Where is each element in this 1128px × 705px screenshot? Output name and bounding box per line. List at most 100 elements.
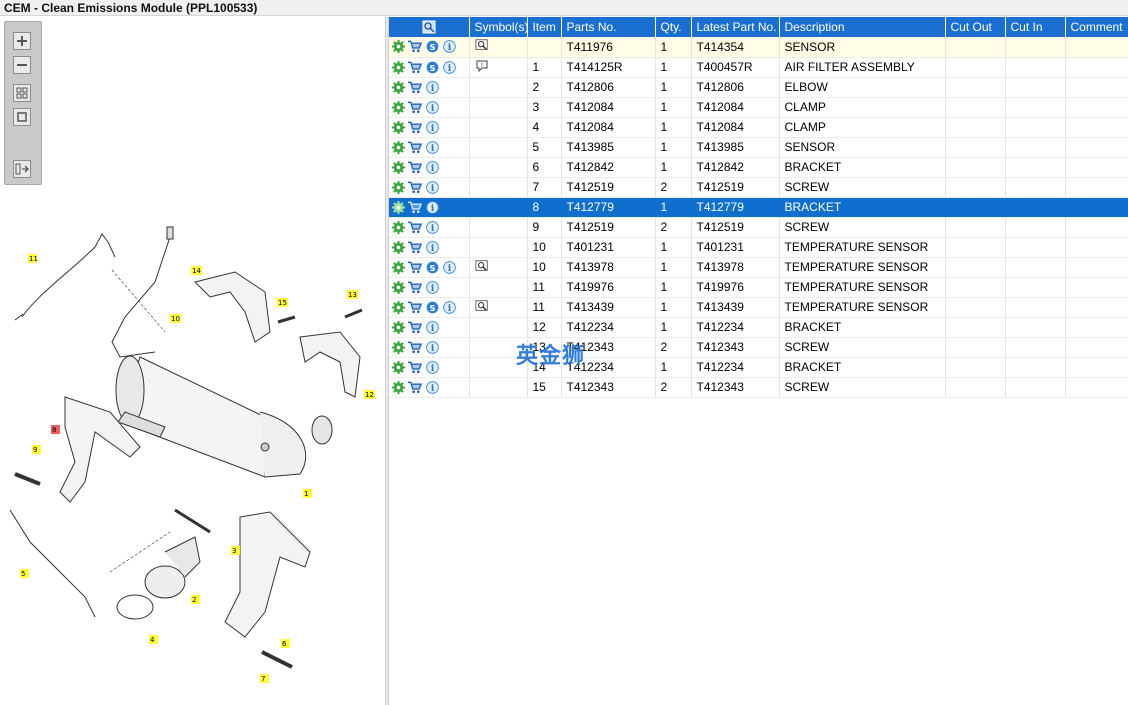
callout-13[interactable]: 13 <box>347 290 358 299</box>
add-to-cart-icon[interactable] <box>408 180 422 194</box>
add-to-cart-icon[interactable] <box>408 160 422 174</box>
column-header-symbols[interactable]: Symbol(s) <box>469 17 528 37</box>
add-to-cart-icon[interactable] <box>408 140 422 154</box>
search-parts-icon[interactable] <box>422 20 436 34</box>
table-row[interactable]: i 3 T412084 1 T412084 CLAMP <box>389 97 1128 118</box>
info-icon[interactable]: i <box>425 100 439 114</box>
part-config-gear-icon[interactable] <box>391 160 405 174</box>
part-config-gear-icon[interactable] <box>391 260 405 274</box>
note-icon[interactable]: ! <box>475 59 489 73</box>
table-row[interactable]: i 14 T412234 1 T412234 BRACKET <box>389 357 1128 378</box>
part-config-gear-icon[interactable] <box>391 100 405 114</box>
info-icon[interactable]: i <box>425 140 439 154</box>
info-icon[interactable]: i <box>425 80 439 94</box>
callout-8[interactable]: 8 <box>51 425 60 434</box>
callout-10[interactable]: 10 <box>170 314 181 323</box>
table-row[interactable]: i 15 T412343 2 T412343 SCREW <box>389 377 1128 398</box>
table-row[interactable]: i 11 T419976 1 T419976 TEMPERATURE SENSOR <box>389 277 1128 298</box>
part-config-gear-icon[interactable] <box>391 240 405 254</box>
exploded-parts-diagram[interactable]: 11 10 14 15 13 12 8 9 1 5 3 2 4 6 7 <box>0 212 385 702</box>
info-icon[interactable]: i <box>425 200 439 214</box>
callout-4[interactable]: 4 <box>149 635 158 644</box>
part-config-gear-icon[interactable] <box>391 40 405 54</box>
column-header-search[interactable] <box>389 17 470 37</box>
callout-5[interactable]: 5 <box>20 569 29 578</box>
supersession-s-icon[interactable]: S <box>425 260 439 274</box>
part-config-gear-icon[interactable] <box>391 80 405 94</box>
table-row[interactable]: i 7 T412519 2 T412519 SCREW <box>389 177 1128 198</box>
zoom-in-icon[interactable] <box>13 32 31 50</box>
part-config-gear-icon[interactable] <box>391 200 405 214</box>
add-to-cart-icon[interactable] <box>408 260 422 274</box>
info-icon[interactable]: i <box>425 320 439 334</box>
table-row[interactable]: Si 11 T413439 1 T413439 TEMPERATURE SENSOR <box>389 297 1128 318</box>
callout-3[interactable]: 3 <box>231 546 240 555</box>
part-config-gear-icon[interactable] <box>391 360 405 374</box>
table-row[interactable]: i 13 T412343 2 T412343 SCREW <box>389 337 1128 358</box>
add-to-cart-icon[interactable] <box>408 280 422 294</box>
callout-1[interactable]: 1 <box>303 489 312 498</box>
info-icon[interactable]: i <box>425 340 439 354</box>
callout-6[interactable]: 6 <box>281 639 290 648</box>
part-config-gear-icon[interactable] <box>391 320 405 334</box>
magnifier-icon[interactable] <box>474 299 489 313</box>
info-icon[interactable]: i <box>425 240 439 254</box>
part-config-gear-icon[interactable] <box>391 60 405 74</box>
supersession-s-icon[interactable]: S <box>425 60 439 74</box>
column-header-item[interactable]: Item <box>527 17 562 37</box>
part-config-gear-icon[interactable] <box>391 220 405 234</box>
info-icon[interactable]: i <box>442 60 456 74</box>
column-header-qty[interactable]: Qty. <box>655 17 692 37</box>
callout-9[interactable]: 9 <box>32 445 41 454</box>
actual-size-icon[interactable] <box>13 108 31 126</box>
part-config-gear-icon[interactable] <box>391 180 405 194</box>
info-icon[interactable]: i <box>442 260 456 274</box>
callout-15[interactable]: 15 <box>277 298 288 307</box>
add-to-cart-icon[interactable] <box>408 300 422 314</box>
add-to-cart-icon[interactable] <box>408 340 422 354</box>
table-row[interactable]: i 6 T412842 1 T412842 BRACKET <box>389 157 1128 178</box>
column-header-comment[interactable]: Comment <box>1065 17 1128 37</box>
callout-2[interactable]: 2 <box>191 595 200 604</box>
column-header-description[interactable]: Description <box>779 17 946 37</box>
add-to-cart-icon[interactable] <box>408 220 422 234</box>
table-row[interactable]: Si T411976 1 T414354 SENSOR <box>389 37 1128 58</box>
table-row[interactable]: Si! 1 T414125R 1 T400457R AIR FILTER ASSEMBLY <box>389 57 1128 78</box>
add-to-cart-icon[interactable] <box>408 320 422 334</box>
table-row[interactable]: i 5 T413985 1 T413985 SENSOR <box>389 137 1128 158</box>
table-row[interactable]: i 9 T412519 2 T412519 SCREW <box>389 217 1128 238</box>
part-config-gear-icon[interactable] <box>391 120 405 134</box>
info-icon[interactable]: i <box>425 280 439 294</box>
add-to-cart-icon[interactable] <box>408 100 422 114</box>
callout-14[interactable]: 14 <box>191 266 202 275</box>
column-header-cut-out[interactable]: Cut Out <box>945 17 1006 37</box>
info-icon[interactable]: i <box>425 380 439 394</box>
info-icon[interactable]: i <box>425 120 439 134</box>
magnifier-icon[interactable] <box>474 38 489 52</box>
supersession-s-icon[interactable]: S <box>425 300 439 314</box>
info-icon[interactable]: i <box>442 300 456 314</box>
add-to-cart-icon[interactable] <box>408 80 422 94</box>
part-config-gear-icon[interactable] <box>391 380 405 394</box>
add-to-cart-icon[interactable] <box>408 200 422 214</box>
add-to-cart-icon[interactable] <box>408 360 422 374</box>
part-config-gear-icon[interactable] <box>391 300 405 314</box>
info-icon[interactable]: i <box>425 160 439 174</box>
part-config-gear-icon[interactable] <box>391 340 405 354</box>
callout-12[interactable]: 12 <box>364 390 375 399</box>
callout-11[interactable]: 11 <box>28 254 38 263</box>
add-to-cart-icon[interactable] <box>408 60 422 74</box>
table-row[interactable]: Si 10 T413978 1 T413978 TEMPERATURE SENSOR <box>389 257 1128 278</box>
magnifier-icon[interactable] <box>474 259 489 273</box>
toggle-panel-icon[interactable] <box>13 160 31 178</box>
callout-7[interactable]: 7 <box>260 674 269 683</box>
table-row[interactable]: i 8 T412779 1 T412779 BRACKET <box>389 197 1128 218</box>
column-header-parts-no[interactable]: Parts No. <box>561 17 656 37</box>
add-to-cart-icon[interactable] <box>408 380 422 394</box>
part-config-gear-icon[interactable] <box>391 140 405 154</box>
column-header-latest-part-no[interactable]: Latest Part No. <box>691 17 780 37</box>
supersession-s-icon[interactable]: S <box>425 40 439 54</box>
info-icon[interactable]: i <box>425 220 439 234</box>
illustration-pane[interactable]: 11 10 14 15 13 12 8 9 1 5 3 2 4 6 7 <box>0 17 385 705</box>
add-to-cart-icon[interactable] <box>408 240 422 254</box>
